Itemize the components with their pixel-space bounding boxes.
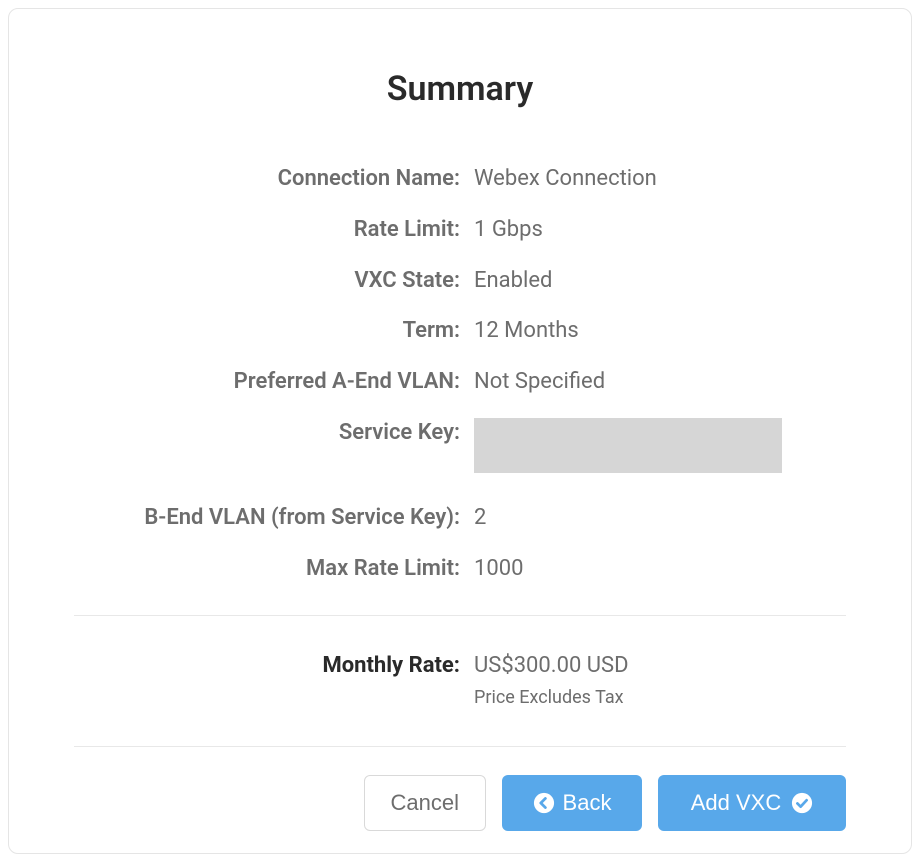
price-value: US$300.00 USD bbox=[474, 651, 629, 682]
field-value: Webex Connection bbox=[474, 164, 657, 195]
field-value: 1 Gbps bbox=[474, 215, 543, 246]
field-label: B-End VLAN (from Service Key): bbox=[74, 503, 474, 534]
field-value: Not Specified bbox=[474, 367, 605, 398]
field-value: 12 Months bbox=[474, 316, 579, 347]
page-title: Summary bbox=[74, 69, 846, 109]
field-b-end-vlan: B-End VLAN (from Service Key): 2 bbox=[74, 503, 846, 534]
add-vxc-button[interactable]: Add VXC bbox=[658, 775, 846, 831]
field-vxc-state: VXC State: Enabled bbox=[74, 266, 846, 297]
field-label: Preferred A-End VLAN: bbox=[74, 367, 474, 398]
field-label: Max Rate Limit: bbox=[74, 554, 474, 585]
field-value: 2 bbox=[474, 503, 486, 534]
button-row: Cancel Back Add VXC bbox=[74, 775, 846, 831]
price-label: Monthly Rate: bbox=[74, 651, 474, 682]
field-connection-name: Connection Name: Webex Connection bbox=[74, 164, 846, 195]
field-value: 1000 bbox=[474, 554, 523, 585]
service-key-redacted bbox=[474, 418, 782, 473]
add-vxc-button-label: Add VXC bbox=[691, 790, 782, 816]
arrow-left-circle-icon bbox=[533, 792, 555, 814]
field-label: Connection Name: bbox=[74, 164, 474, 195]
summary-card: Summary Connection Name: Webex Connectio… bbox=[8, 8, 912, 854]
field-label: VXC State: bbox=[74, 266, 474, 297]
divider bbox=[74, 746, 846, 747]
field-term: Term: 12 Months bbox=[74, 316, 846, 347]
divider bbox=[74, 615, 846, 616]
summary-fields: Connection Name: Webex Connection Rate L… bbox=[74, 164, 846, 605]
field-value: Enabled bbox=[474, 266, 552, 297]
field-label: Rate Limit: bbox=[74, 215, 474, 246]
price-note: Price Excludes Tax bbox=[474, 687, 846, 708]
field-label: Term: bbox=[74, 316, 474, 347]
cancel-button[interactable]: Cancel bbox=[364, 775, 486, 831]
back-button[interactable]: Back bbox=[502, 775, 642, 831]
field-label: Service Key: bbox=[74, 418, 474, 449]
cancel-button-label: Cancel bbox=[391, 790, 459, 816]
field-rate-limit: Rate Limit: 1 Gbps bbox=[74, 215, 846, 246]
price-row: Monthly Rate: US$300.00 USD bbox=[74, 651, 846, 682]
field-max-rate-limit: Max Rate Limit: 1000 bbox=[74, 554, 846, 585]
field-preferred-a-end-vlan: Preferred A-End VLAN: Not Specified bbox=[74, 367, 846, 398]
check-circle-icon bbox=[791, 792, 813, 814]
back-button-label: Back bbox=[563, 790, 612, 816]
field-service-key: Service Key: bbox=[74, 418, 846, 473]
